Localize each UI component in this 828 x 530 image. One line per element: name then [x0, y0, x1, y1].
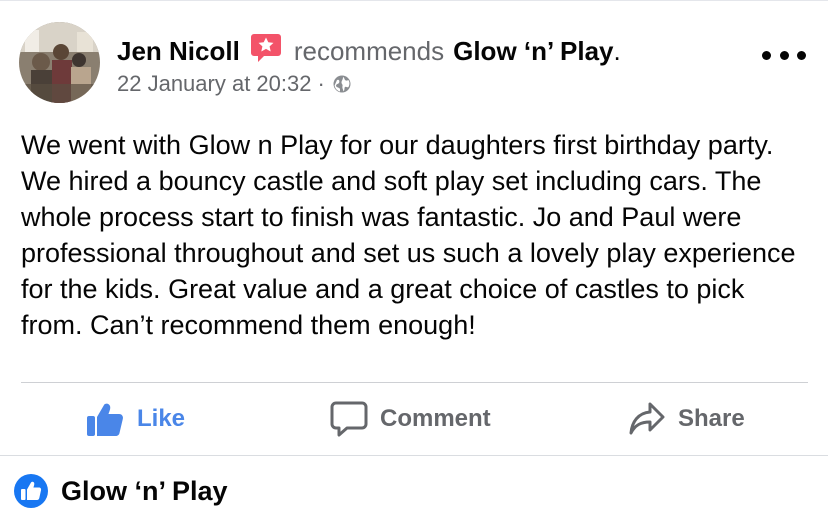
- more-dot: [779, 50, 789, 60]
- like-label: Like: [137, 405, 186, 432]
- more-dot: [762, 50, 771, 60]
- footer-divider: [0, 455, 828, 456]
- like-badge-icon: [14, 474, 48, 508]
- more-dot: [797, 50, 806, 60]
- recommends-text: recommends: [293, 36, 445, 66]
- header-period: .: [613, 36, 621, 66]
- footer-page-name[interactable]: Glow ‘n’ Play: [61, 476, 228, 507]
- comment-button[interactable]: Comment: [330, 397, 491, 441]
- avatar-photo: [19, 22, 100, 103]
- recommend-star-icon: [250, 33, 282, 63]
- post-header: Jen Nicoll recommends Glow ‘n’ Play .: [117, 34, 621, 68]
- globe-icon: [333, 75, 351, 93]
- meta-separator: ·: [317, 71, 325, 96]
- page-name-link[interactable]: Glow ‘n’ Play: [453, 34, 613, 68]
- post-timestamp[interactable]: 22 January at 20:32: [117, 70, 311, 98]
- avatar[interactable]: [19, 22, 100, 103]
- share-label: Share: [678, 405, 745, 432]
- thumbs-up-icon: [87, 403, 123, 436]
- actions-divider: [21, 382, 808, 383]
- more-options-icon[interactable]: [762, 45, 806, 65]
- post-meta: 22 January at 20:32 ·: [117, 70, 351, 98]
- page-footer[interactable]: Glow ‘n’ Play: [14, 472, 228, 510]
- author-name[interactable]: Jen Nicoll: [117, 34, 240, 68]
- post-body-text: We went with Glow n Play for our daughte…: [21, 130, 796, 340]
- top-border: [0, 0, 828, 1]
- like-button[interactable]: Like: [85, 397, 185, 441]
- comment-label: Comment: [380, 405, 491, 432]
- share-button[interactable]: Share: [628, 397, 745, 441]
- share-arrow-icon: [629, 402, 665, 435]
- comment-bubble-icon: [330, 401, 368, 437]
